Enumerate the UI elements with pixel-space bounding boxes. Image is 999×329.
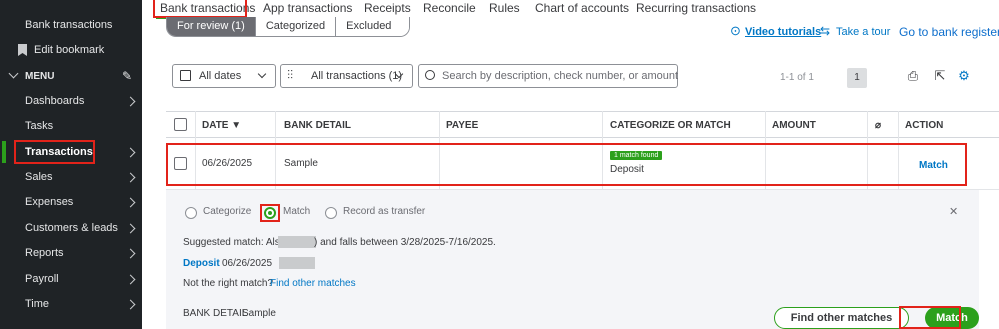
chevron-right-icon (125, 274, 136, 284)
find-other-matches-button[interactable]: Find other matches (774, 307, 909, 329)
sidebar-item-label: Time (25, 298, 50, 310)
sidebar-item-tasks[interactable]: Tasks (0, 115, 142, 137)
close-icon[interactable]: ✕ (949, 205, 958, 218)
transactions-filter[interactable]: ⫶⫶ All transactions (1) (280, 64, 413, 88)
page-number-button[interactable]: 1 (847, 68, 867, 88)
tab-recurring-transactions[interactable]: Recurring transactions (636, 1, 756, 15)
match-label: Match (283, 206, 311, 217)
search-icon (425, 70, 435, 80)
sidebar-item-label: Tasks (25, 120, 54, 132)
tab-reconcile[interactable]: Reconcile (423, 1, 476, 15)
chevron-down-icon (257, 69, 267, 79)
tab-chart-of-accounts[interactable]: Chart of accounts (535, 1, 629, 15)
sidebar-item-label: Payroll (25, 273, 59, 285)
pencil-icon[interactable]: ✎ (122, 69, 132, 83)
match-date: 06/26/2025 (222, 258, 273, 269)
column-amount: AMOUNT (772, 120, 816, 131)
sidebar-nav: Bank transactions Edit bookmark MENU ✎ D… (0, 0, 142, 329)
tab-rules[interactable]: Rules (489, 1, 520, 15)
sidebar-item-label: Bank transactions (25, 19, 113, 31)
gear-icon[interactable]: ⚙ (957, 69, 971, 83)
sidebar-item-edit-bookmark[interactable]: Edit bookmark (0, 39, 142, 61)
main-content: Bank transactions App transactions Recei… (142, 0, 999, 329)
highlight-box (899, 306, 961, 329)
pagination-range: 1-1 of 1 (780, 72, 814, 83)
suggested-match-prefix: Suggested match: Also (183, 237, 286, 248)
sidebar-item-label: Reports (25, 247, 64, 259)
search-placeholder: Search by description, check number, or … (442, 70, 679, 82)
chevron-right-icon (125, 96, 136, 106)
sidebar-item-label: Edit bookmark (34, 44, 105, 56)
table-header: DATE ▼ BANK DETAIL PAYEE CATEGORIZE OR M… (166, 111, 999, 138)
segment-for-review[interactable]: For review (1) (167, 17, 255, 36)
dates-filter[interactable]: All dates (172, 64, 276, 88)
sidebar-item-expenses[interactable]: Expenses (0, 191, 142, 213)
play-icon: ⊙ (730, 23, 741, 38)
sidebar-item-label: Dashboards (25, 95, 85, 107)
chevron-right-icon (125, 299, 136, 309)
review-segments: For review (1) Categorized Excluded (166, 17, 411, 37)
sidebar-menu-header[interactable]: MENU ✎ (0, 65, 142, 87)
filter-sliders-icon: ⫶⫶ (287, 68, 294, 82)
radio-record-as-transfer[interactable] (325, 207, 337, 219)
select-all-checkbox[interactable] (174, 118, 187, 131)
calendar-icon (180, 70, 191, 81)
radio-categorize[interactable] (185, 207, 197, 219)
column-payee: PAYEE (446, 120, 479, 131)
deposit-link[interactable]: Deposit (183, 258, 220, 269)
export-icon[interactable]: ⇱ (933, 69, 947, 83)
sidebar-item-bank-transactions[interactable]: Bank transactions (0, 14, 142, 36)
chevron-right-icon (125, 172, 136, 182)
record-as-transfer-label: Record as transfer (343, 206, 426, 217)
column-date[interactable]: DATE ▼ (202, 120, 241, 131)
video-tutorials-link[interactable]: Video tutorials (745, 26, 821, 38)
sidebar-item-reports[interactable]: Reports (0, 242, 142, 264)
not-right-match-text: Not the right match? (183, 278, 274, 289)
sort-down-icon: ▼ (231, 120, 242, 131)
bank-detail-label: BANK DETAIL (183, 308, 248, 319)
tour-icon: ⇆ (820, 24, 831, 38)
search-input[interactable]: Search by description, check number, or … (418, 64, 678, 88)
bookmark-icon (18, 44, 27, 56)
paperclip-icon: ⌀ (875, 120, 882, 131)
menu-label: MENU (25, 70, 55, 82)
column-action: ACTION (905, 120, 944, 131)
chevron-right-icon (125, 248, 136, 258)
dates-filter-value: All dates (199, 70, 242, 82)
sidebar-item-label: Customers & leads (25, 222, 118, 234)
chevron-right-icon (125, 223, 136, 233)
segment-excluded[interactable]: Excluded (335, 17, 410, 36)
find-other-matches-link[interactable]: Find other matches (270, 278, 356, 289)
highlight-box (260, 204, 280, 222)
column-bank-detail: BANK DETAIL (284, 120, 352, 131)
segment-categorized[interactable]: Categorized (254, 17, 336, 36)
sidebar-item-sales[interactable]: Sales (0, 166, 142, 188)
highlight-box (166, 143, 967, 186)
sidebar-item-label: Sales (25, 171, 53, 183)
bank-detail-value: Sample (242, 308, 276, 319)
tab-receipts[interactable]: Receipts (364, 1, 411, 15)
redacted-block (278, 236, 316, 248)
column-categorize-or-match: CATEGORIZE OR MATCH (610, 120, 731, 131)
sidebar-item-dashboards[interactable]: Dashboards (0, 90, 142, 112)
transactions-filter-value: All transactions (1) (311, 70, 403, 82)
match-panel: Categorize Match Record as transfer ✕ Su… (166, 190, 979, 329)
chevron-down-icon (8, 68, 19, 79)
sidebar-item-customers-leads[interactable]: Customers & leads (0, 217, 142, 239)
sidebar-item-time[interactable]: Time (0, 293, 142, 315)
highlight-box (14, 140, 95, 164)
take-a-tour-link[interactable]: Take a tour (836, 26, 890, 38)
chevron-right-icon (125, 197, 136, 207)
suggested-match-suffix: ) and falls between 3/28/2025-7/16/2025. (314, 237, 496, 248)
top-tabs: Bank transactions App transactions Recei… (142, 0, 999, 18)
highlight-box (153, 0, 247, 18)
sidebar-item-payroll[interactable]: Payroll (0, 268, 142, 290)
redacted-block (279, 257, 315, 269)
print-icon[interactable]: ⎙ (906, 69, 920, 83)
chevron-right-icon (125, 147, 136, 157)
go-to-bank-register-link[interactable]: Go to bank register (899, 25, 999, 39)
sidebar-item-label: Expenses (25, 196, 74, 208)
tab-app-transactions[interactable]: App transactions (263, 1, 352, 15)
categorize-label: Categorize (203, 206, 252, 217)
